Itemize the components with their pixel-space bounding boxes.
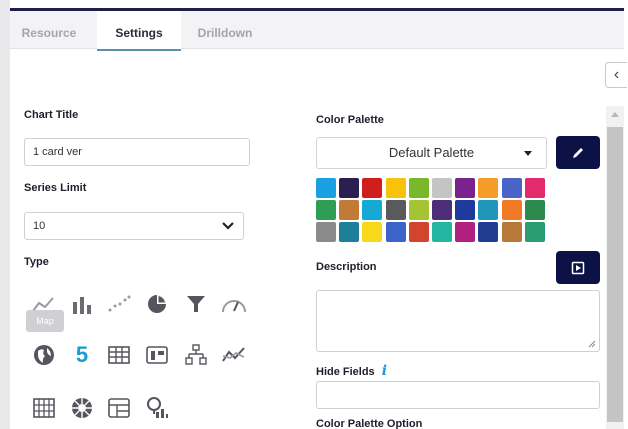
color-swatch[interactable] [362, 222, 383, 242]
pie-chart-icon[interactable] [143, 290, 171, 318]
resize-handle-icon[interactable] [588, 340, 596, 348]
grid-chart-icon[interactable] [30, 394, 58, 422]
series-limit-select[interactable]: 10 [24, 212, 244, 240]
pivot-chart-icon[interactable] [105, 394, 133, 422]
chevron-left-icon: ‹ [613, 66, 620, 83]
color-swatch[interactable] [432, 200, 452, 220]
chevron-down-icon [222, 222, 234, 230]
color-swatch[interactable] [455, 178, 476, 198]
type-label: Type [24, 256, 49, 268]
tab-resource[interactable]: Resource [14, 11, 84, 49]
map-chart-icon[interactable] [30, 341, 58, 369]
color-swatch[interactable] [316, 200, 336, 220]
collapse-panel-button[interactable]: ‹ [605, 62, 627, 88]
tab-drilldown[interactable]: Drilldown [190, 11, 260, 49]
color-swatch[interactable] [524, 222, 545, 242]
hide-fields-label: Hide Fields i [316, 363, 387, 379]
scroll-up-arrow-icon[interactable] [611, 112, 619, 117]
color-swatch[interactable] [408, 178, 429, 198]
number-card-icon[interactable]: 5 [68, 341, 96, 369]
table-chart-icon[interactable] [105, 341, 133, 369]
trend-chart-icon[interactable] [220, 341, 248, 369]
color-swatch[interactable] [432, 178, 452, 198]
color-swatch[interactable] [478, 222, 499, 242]
sunburst-chart-icon[interactable] [68, 394, 96, 422]
color-swatch[interactable] [385, 200, 406, 220]
color-swatch[interactable] [501, 200, 522, 220]
color-swatch[interactable] [432, 222, 452, 242]
color-swatch[interactable] [501, 222, 522, 242]
color-swatch[interactable] [316, 222, 336, 242]
color-swatch[interactable] [408, 222, 429, 242]
chart-title-input[interactable]: 1 card ver [24, 138, 250, 166]
bar-chart-icon[interactable] [68, 290, 96, 318]
hide-fields-text: Hide Fields [316, 366, 375, 378]
search-chart-icon[interactable] [143, 394, 171, 422]
pencil-icon [573, 147, 583, 158]
scatter-chart-icon[interactable] [105, 290, 133, 318]
color-swatch[interactable] [385, 222, 406, 242]
funnel-chart-icon[interactable] [182, 290, 210, 318]
palette-select-value: Default Palette [388, 145, 475, 160]
color-palette-label: Color Palette [316, 114, 384, 126]
color-swatch[interactable] [316, 178, 336, 198]
tab-bar: Resource Settings Drilldown [10, 11, 624, 51]
palette-select[interactable]: Default Palette [316, 137, 547, 169]
color-swatch[interactable] [524, 178, 545, 198]
info-icon[interactable]: i [382, 363, 387, 379]
color-swatch[interactable] [408, 200, 429, 220]
color-swatch[interactable] [339, 178, 360, 198]
color-swatch[interactable] [501, 178, 522, 198]
card-chart-icon[interactable] [143, 341, 171, 369]
tree-chart-icon[interactable] [182, 341, 210, 369]
color-swatch[interactable] [478, 200, 499, 220]
color-palette-option-label: Color Palette Option [316, 418, 423, 429]
gauge-chart-icon[interactable] [220, 290, 248, 318]
description-label: Description [316, 261, 377, 273]
caret-down-icon [524, 151, 532, 156]
chart-title-label: Chart Title [24, 109, 79, 121]
color-swatch[interactable] [524, 200, 545, 220]
description-expand-button[interactable] [556, 251, 600, 284]
color-swatch[interactable] [339, 200, 360, 220]
color-swatch[interactable] [339, 222, 360, 242]
tab-settings[interactable]: Settings [97, 11, 181, 51]
color-swatch[interactable] [455, 222, 476, 242]
color-swatch[interactable] [362, 200, 383, 220]
type-tooltip: Map [26, 310, 64, 332]
series-limit-label: Series Limit [24, 182, 87, 194]
color-swatch[interactable] [362, 178, 383, 198]
expand-icon [571, 261, 585, 274]
edit-palette-button[interactable] [556, 136, 600, 169]
hide-fields-input[interactable] [316, 381, 600, 409]
left-shadow [0, 0, 10, 429]
scrollbar-thumb[interactable] [607, 127, 623, 422]
description-textarea[interactable] [316, 290, 600, 352]
series-limit-value: 10 [33, 220, 46, 232]
color-swatch[interactable] [385, 178, 406, 198]
color-swatch[interactable] [478, 178, 499, 198]
color-swatch[interactable] [455, 200, 476, 220]
